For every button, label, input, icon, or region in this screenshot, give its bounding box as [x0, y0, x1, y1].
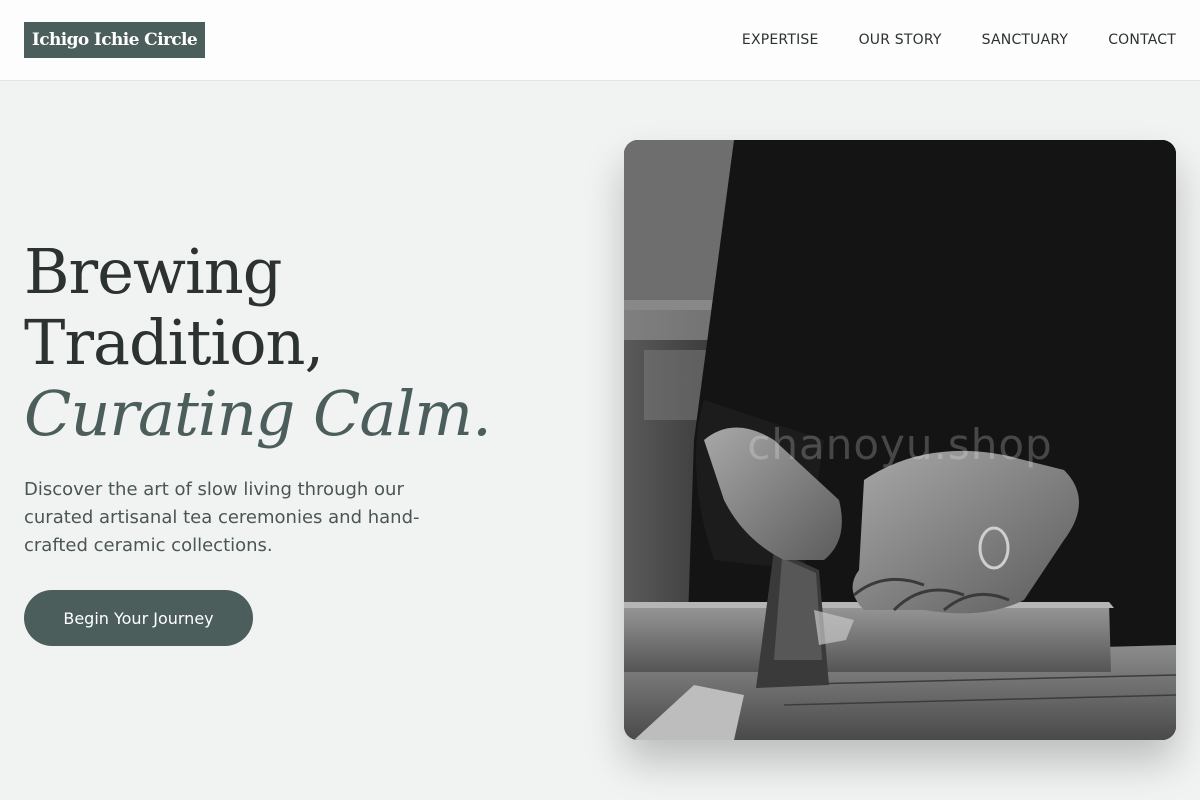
hero-image: chanoyu.shop — [624, 140, 1176, 740]
nav-link-our-story[interactable]: OUR STORY — [859, 31, 942, 49]
hero-subtitle: Discover the art of slow living through … — [24, 479, 420, 556]
image-watermark: chanoyu.shop — [747, 420, 1053, 469]
nav-link-contact[interactable]: CONTACT — [1108, 31, 1176, 49]
begin-journey-button[interactable]: Begin Your Journey — [24, 590, 253, 646]
site-header: Ichigo Ichie Circle EXPERTISE OUR STORY … — [0, 0, 1200, 81]
headline-accent: Curating Calm. — [24, 377, 492, 450]
hero-headline: Brewing Tradition, Curating Calm. — [24, 235, 492, 450]
nav-link-expertise[interactable]: EXPERTISE — [742, 31, 819, 49]
headline-line-1: Brewing — [24, 235, 282, 308]
main-nav: EXPERTISE OUR STORY SANCTUARY CONTACT — [742, 31, 1176, 49]
brand-logo[interactable]: Ichigo Ichie Circle — [24, 22, 205, 58]
headline-line-2: Tradition, — [24, 306, 324, 379]
nav-link-sanctuary[interactable]: SANCTUARY — [982, 31, 1069, 49]
